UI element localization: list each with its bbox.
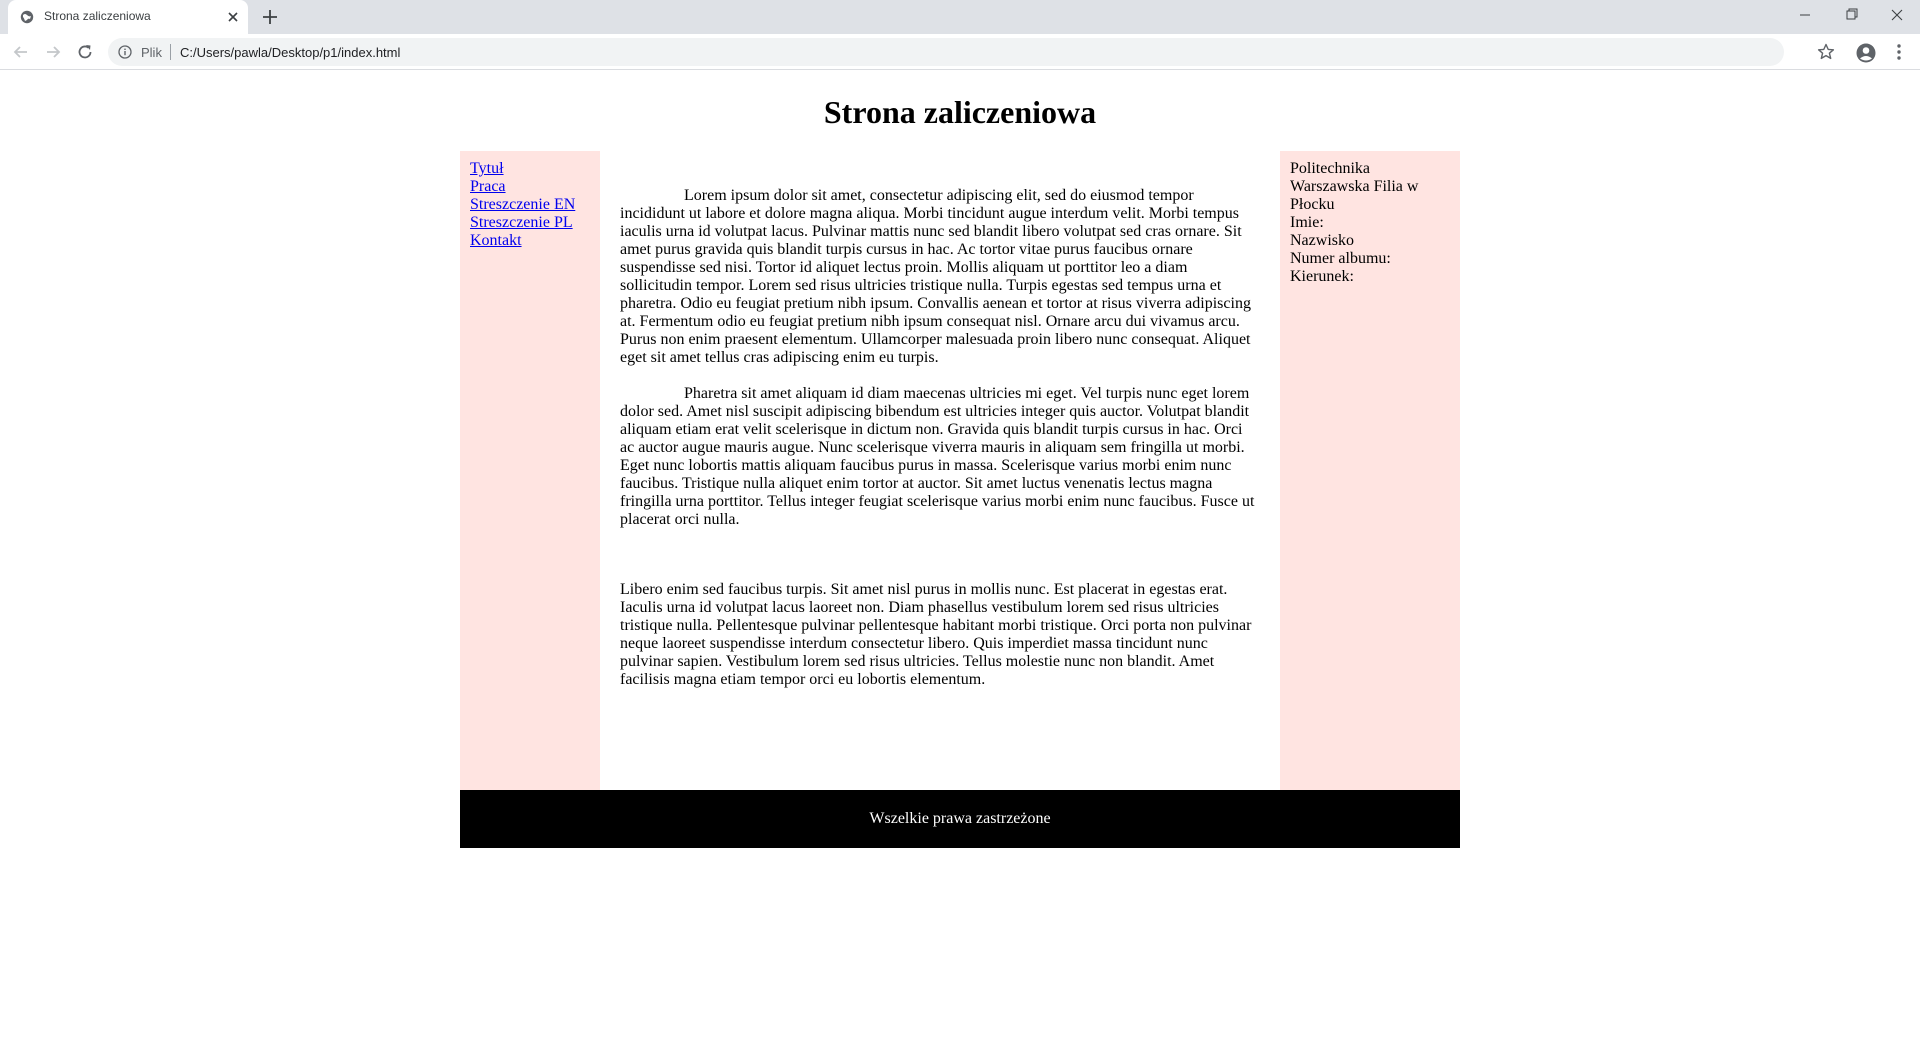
info-line: Warszawska Filia w [1290,178,1419,195]
reload-icon[interactable] [75,42,95,62]
info-line: Numer albumu: [1290,250,1391,267]
paragraph: Pharetra sit amet aliquam id diam maecen… [620,385,1255,528]
scheme-label: Plik [141,45,162,60]
paragraph: Libero enim sed faucibus turpis. Sit ame… [620,581,1252,688]
back-arrow-icon[interactable] [11,42,31,62]
plus-icon[interactable] [260,7,280,27]
info-line: Politechnika [1290,160,1370,177]
left-sidebar: Tytuł Praca Streszczenie EN Streszczenie… [460,151,600,790]
info-line: Płocku [1290,196,1335,213]
main-content: Lorem ipsum dolor sit amet, consectetur … [600,151,1280,790]
browser-toolbar: Plik C:/Users/pawla/Desktop/p1/index.htm… [0,34,1920,70]
forward-arrow-icon[interactable] [43,42,63,62]
star-icon[interactable] [1816,42,1836,62]
tab-title: Strona zaliczeniowa [44,9,151,23]
nav-link-praca[interactable]: Praca [470,178,590,196]
close-icon[interactable] [224,8,242,26]
info-icon[interactable] [118,45,132,59]
profile-icon[interactable] [1855,42,1877,64]
page-title: Strona zaliczeniowa [823,94,1097,130]
info-line: Imie: [1290,214,1324,231]
page-footer: Wszelkie prawa zastrzeżone [460,790,1460,848]
minimize-icon[interactable] [1782,0,1828,30]
right-sidebar: Politechnika Warszawska Filia w Płocku I… [1280,151,1460,790]
nav-link-streszczenie-en[interactable]: Streszczenie EN [470,196,590,214]
address-bar[interactable]: Plik C:/Users/pawla/Desktop/p1/index.htm… [108,38,1784,66]
web-page: Strona zaliczeniowa Tytuł Praca Streszcz… [0,71,1920,1040]
menu-icon[interactable] [1890,42,1908,62]
tab-strip: Strona zaliczeniowa [0,0,1920,34]
page-layout: Tytuł Praca Streszczenie EN Streszczenie… [460,151,1460,848]
nav-link-tytul[interactable]: Tytuł [470,160,590,178]
address-divider [170,44,171,60]
info-line: Nazwisko [1290,232,1354,249]
maximize-icon[interactable] [1828,0,1874,30]
url-text[interactable]: C:/Users/pawla/Desktop/p1/index.html [180,45,400,60]
nav-link-streszczenie-pl[interactable]: Streszczenie PL [470,214,590,232]
browser-tab[interactable]: Strona zaliczeniowa [8,0,248,34]
window-close-icon[interactable] [1874,0,1920,30]
globe-icon [20,10,34,24]
paragraph: Lorem ipsum dolor sit amet, consectetur … [620,187,1251,366]
nav-link-kontakt[interactable]: Kontakt [470,232,590,250]
info-line: Kierunek: [1290,268,1354,285]
